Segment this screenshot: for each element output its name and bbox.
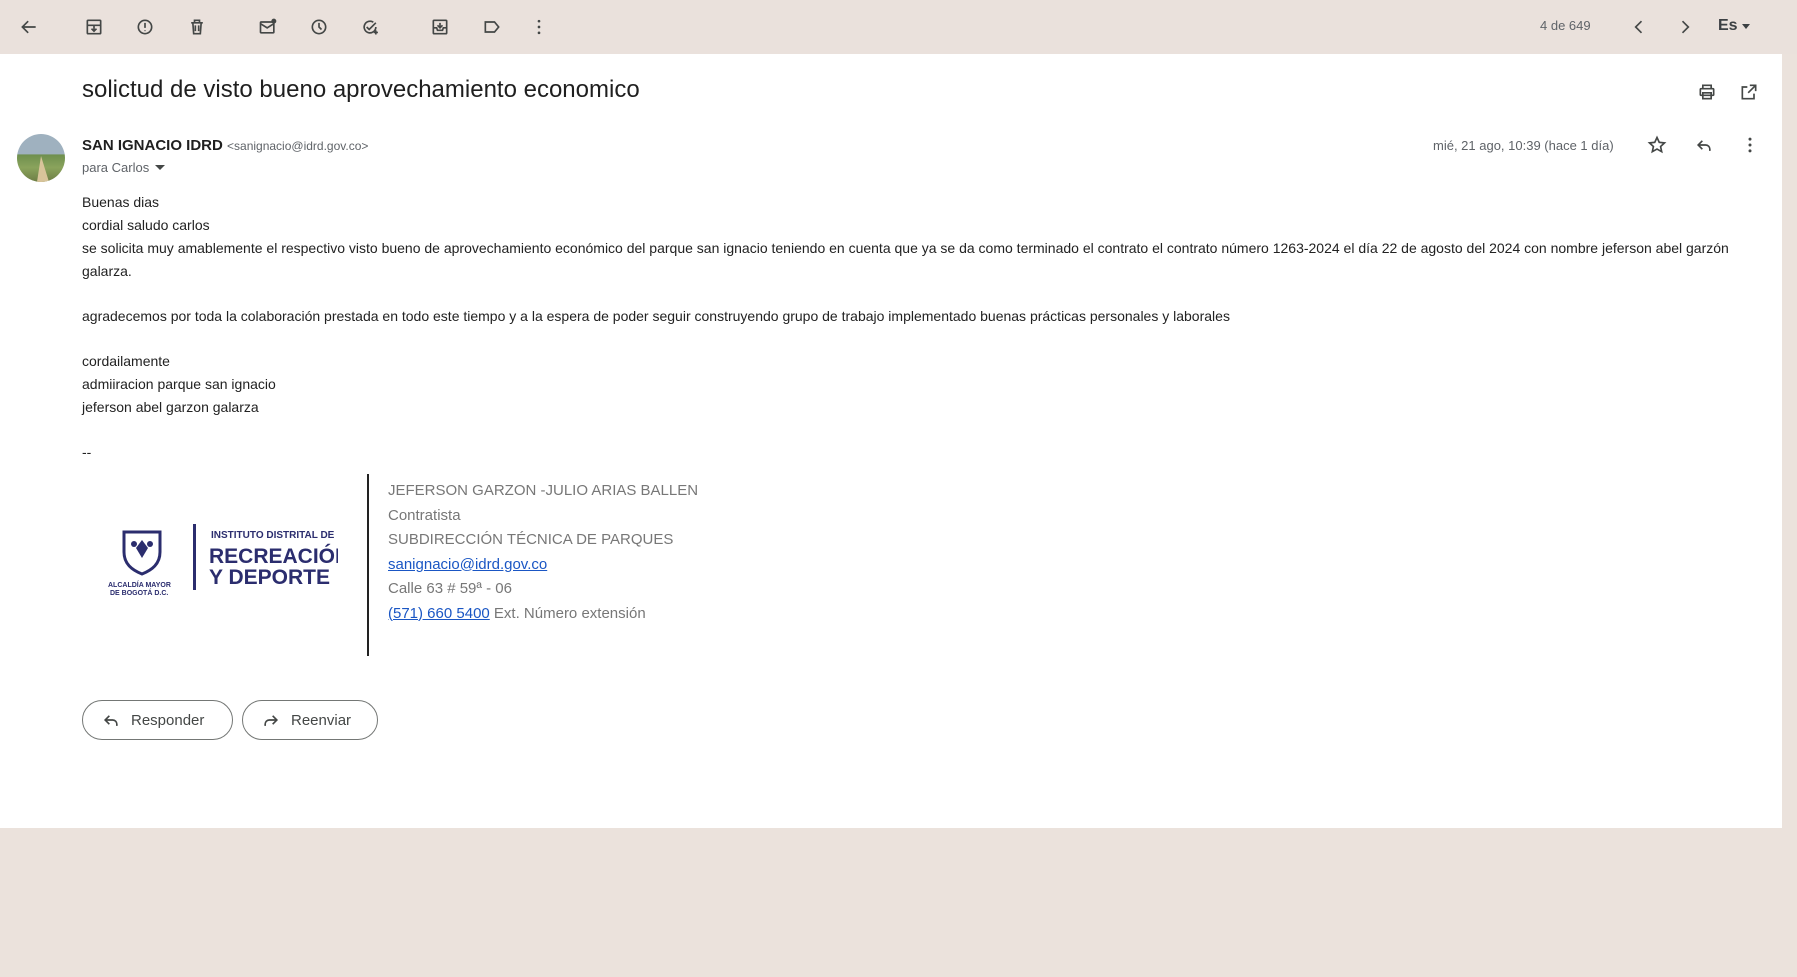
print-icon[interactable] xyxy=(1693,78,1721,106)
recipient-details[interactable]: para Carlos xyxy=(82,160,166,175)
signature-address: Calle 63 # 59ª - 06 xyxy=(388,580,512,597)
forward-button-label: Reenviar xyxy=(291,711,352,729)
email-body: Buenas dias cordial saludo carlos se sol… xyxy=(82,191,1742,464)
forward-icon xyxy=(264,715,279,726)
body-line: Buenas dias xyxy=(82,194,160,210)
chevron-left-icon[interactable] xyxy=(1624,13,1654,41)
svg-text:ALCALDÍA MAYOR: ALCALDÍA MAYOR xyxy=(108,580,171,589)
delete-icon[interactable] xyxy=(182,13,212,41)
body-line: admiiracion parque san ignacio xyxy=(82,376,276,392)
chevron-down-icon xyxy=(155,165,166,170)
signature-name: JEFERSON GARZON -JULIO ARIAS BALLEN xyxy=(388,482,699,499)
recipient-label: para Carlos xyxy=(82,160,150,175)
svg-text:Y DEPORTE: Y DEPORTE xyxy=(209,566,330,589)
body-line: agradecemos por toda la colaboración pre… xyxy=(82,308,1230,324)
svg-text:DE BOGOTÁ D.C.: DE BOGOTÁ D.C. xyxy=(110,588,168,597)
signature-extension: Ext. Número extensión xyxy=(493,604,646,622)
body-line: se solicita muy amablemente el respectiv… xyxy=(82,240,1729,279)
chevron-down-icon xyxy=(1741,23,1750,29)
mark-unread-icon[interactable] xyxy=(253,13,283,41)
move-to-icon[interactable] xyxy=(425,13,455,41)
forward-button[interactable]: Reenviar xyxy=(242,700,378,740)
idrd-logo: ALCALDÍA MAYOR DE BOGOTÁ D.C. INSTITUTO … xyxy=(108,524,338,597)
reply-button[interactable]: Responder xyxy=(82,700,233,740)
open-in-new-window-icon[interactable] xyxy=(1735,78,1763,106)
signature-email-link[interactable]: sanignacio@idrd.gov.co xyxy=(388,556,547,573)
email-subject: solictud de visto bueno aprovechamiento … xyxy=(82,76,640,103)
add-task-icon[interactable] xyxy=(355,13,385,41)
signature-divider xyxy=(367,474,369,656)
sender-avatar xyxy=(17,134,65,182)
signature-details: JEFERSON GARZON -JULIO ARIAS BALLEN Cont… xyxy=(388,479,698,626)
signature-phone-link[interactable]: (571) 660 5400 xyxy=(388,605,490,622)
signature-role: Contratista xyxy=(388,506,461,524)
body-line: jeferson abel garzon galarza xyxy=(82,399,259,415)
reply-icon xyxy=(103,715,118,726)
message-counter: 4 de 649 xyxy=(1540,18,1591,33)
reply-button-label: Responder xyxy=(131,711,205,729)
body-line: cordailamente xyxy=(82,353,170,369)
more-vert-icon[interactable] xyxy=(524,13,554,41)
more-vert-icon[interactable] xyxy=(1736,131,1764,159)
email-date: mié, 21 ago, 10:39 (hace 1 día) xyxy=(1433,138,1614,153)
sender-name: SAN IGNACIO IDRD xyxy=(82,137,223,154)
archive-icon[interactable] xyxy=(79,13,109,41)
language-selector[interactable]: Es xyxy=(1718,17,1750,35)
chevron-right-icon[interactable] xyxy=(1670,13,1700,41)
signature-separator: -- xyxy=(82,444,92,460)
signature-department: SUBDIRECCIÓN TÉCNICA DE PARQUES xyxy=(388,531,674,548)
star-icon[interactable] xyxy=(1643,131,1671,159)
svg-text:RECREACIÓN: RECREACIÓN xyxy=(209,544,338,568)
email-toolbar: 4 de 649 Es xyxy=(0,0,1797,54)
language-label: Es xyxy=(1718,17,1738,34)
sender-line: SAN IGNACIO IDRD <sanignacio@idrd.gov.co… xyxy=(82,137,368,154)
sender-email: <sanignacio@idrd.gov.co> xyxy=(227,139,369,153)
report-spam-icon[interactable] xyxy=(130,13,160,41)
back-arrow-icon[interactable] xyxy=(14,13,44,41)
label-icon[interactable] xyxy=(477,13,507,41)
reply-icon[interactable] xyxy=(1690,131,1718,159)
body-line: cordial saludo carlos xyxy=(82,217,210,233)
svg-text:INSTITUTO DISTRITAL DE: INSTITUTO DISTRITAL DE xyxy=(211,530,335,541)
email-panel: solictud de visto bueno aprovechamiento … xyxy=(0,54,1782,828)
snooze-icon[interactable] xyxy=(304,13,334,41)
